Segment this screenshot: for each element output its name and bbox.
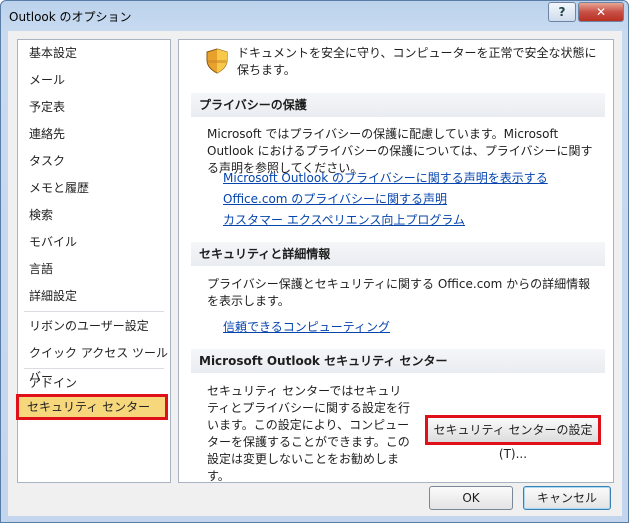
dialog-body: 基本設定 メール 予定表 連絡先 タスク メモと履歴 検索 モバイル 言語 詳細…	[8, 31, 622, 516]
outlook-privacy-statement-link[interactable]: Microsoft Outlook のプライバシーに関する声明を表示する	[223, 169, 548, 186]
sidebar-item-contacts[interactable]: 連絡先	[19, 122, 169, 146]
sidebar-item-general[interactable]: 基本設定	[19, 41, 169, 65]
security-info-text: プライバシー保護とセキュリティに関する Office.com からの詳細情報を表…	[207, 277, 591, 308]
trust-center-settings-button[interactable]: セキュリティ センターの設定(T)...	[425, 415, 601, 461]
ceip-link[interactable]: カスタマー エクスペリエンス向上プログラム	[223, 211, 465, 228]
sidebar-item-customize-ribbon[interactable]: リボンのユーザー設定	[19, 314, 169, 338]
privacy-heading: プライバシーの保護	[191, 93, 605, 117]
trust-center-panel: ドキュメントを安全に守り、コンピューターを正常で安全な状態に保ちます。 プライバ…	[178, 39, 614, 483]
security-info-heading: セキュリティと詳細情報	[191, 242, 605, 266]
sidebar-item-trust-center[interactable]: セキュリティ センター	[16, 394, 168, 420]
options-dialog: Outlook のオプション ? ✕ 基本設定 メール 予定表 連絡先 タスク …	[0, 0, 629, 523]
sidebar-item-quick-access-toolbar[interactable]: クイック アクセス ツール バー	[19, 341, 169, 384]
sidebar-item-language[interactable]: 言語	[19, 257, 169, 281]
shield-icon	[206, 48, 228, 74]
sidebar-item-advanced[interactable]: 詳細設定	[19, 284, 169, 308]
cancel-button[interactable]: キャンセル	[523, 486, 611, 510]
trust-center-text: セキュリティ センターではセキュリティとプライバシーに関する設定を行います。この…	[207, 384, 411, 483]
officecom-privacy-statement-link[interactable]: Office.com のプライバシーに関する声明	[223, 190, 447, 207]
trust-center-heading: Microsoft Outlook セキュリティ センター	[191, 349, 605, 373]
help-button[interactable]: ?	[548, 2, 576, 22]
sidebar-item-tasks[interactable]: タスク	[19, 149, 169, 173]
sidebar-item-mobile[interactable]: モバイル	[19, 230, 169, 254]
ok-button[interactable]: OK	[429, 486, 513, 510]
sidebar-item-calendar[interactable]: 予定表	[19, 95, 169, 119]
window-title: Outlook のオプション	[9, 10, 132, 24]
category-sidebar: 基本設定 メール 予定表 連絡先 タスク メモと履歴 検索 モバイル 言語 詳細…	[16, 39, 171, 483]
sidebar-item-mail[interactable]: メール	[19, 68, 169, 92]
close-button[interactable]: ✕	[578, 2, 624, 22]
trustworthy-computing-link[interactable]: 信頼できるコンピューティング	[223, 318, 390, 335]
title-bar[interactable]: Outlook のオプション ? ✕	[1, 1, 628, 31]
sidebar-item-search[interactable]: 検索	[19, 203, 169, 227]
sidebar-item-addins[interactable]: アドイン	[19, 371, 169, 395]
sidebar-separator	[24, 311, 164, 312]
intro-text: ドキュメントを安全に守り、コンピューターを正常で安全な状態に保ちます。	[237, 46, 597, 77]
sidebar-separator	[24, 368, 164, 369]
sidebar-item-notes[interactable]: メモと履歴	[19, 176, 169, 200]
